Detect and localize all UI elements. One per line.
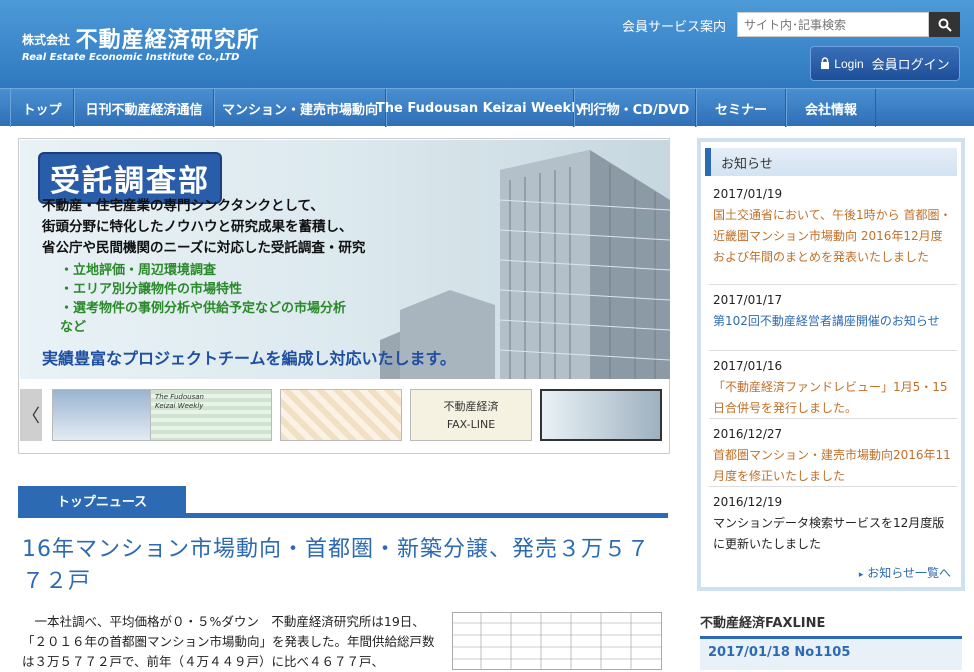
nav-seminar[interactable]: セミナー [696, 89, 786, 127]
notice-link[interactable]: マンションデータ検索サービスを12月度版に更新いたしました [713, 516, 944, 551]
prev-slide-button[interactable]: 〈 [20, 389, 42, 441]
search-button[interactable] [929, 12, 960, 37]
nav-daily-news[interactable]: 日刊不動産経済通信 [74, 89, 214, 127]
notice-link[interactable]: 国土交通省において、午後1時から 首都圏・近畿圏マンション市場動向 2016年1… [713, 208, 952, 264]
notice-divider [709, 350, 957, 351]
notice-divider [709, 418, 957, 419]
banner-bullet: ・選考物件の事例分析や供給予定などの市場分析 [60, 301, 347, 316]
logo-prefix: 株式会社 [22, 33, 71, 47]
hero-slider: 受託調査部 不動産・住宅産業の専門シンクタンクとして、 街頭分野に特化したノウハ… [18, 138, 670, 454]
news-body: 一本社調べ、平均価格が０・５%ダウン 不動産経済研究所は19日、「２０１６年の首… [22, 614, 435, 669]
faxline-latest-link[interactable]: 2017/01/18 No1105 [700, 636, 962, 670]
news-headline-link[interactable]: 16年マンション市場動向・首都圏・新築分譲、発売３万５７７２戸 [22, 534, 667, 598]
top-news-divider [18, 513, 668, 518]
thumb-fax-name: FAX-LINE [446, 418, 496, 431]
notice-item: 2017/01/17 第102回不動産経営者講座開催のお知らせ [713, 290, 953, 331]
main-nav: トップ 日刊不動産経済通信 マンション・建売市場動向 The Fudousan … [0, 88, 974, 127]
thumb-weekly-title: The Fudousan Keizai Weekly [155, 393, 204, 410]
notice-item: 2017/01/19 国土交通省において、午後1時から 首都圏・近畿圏マンション… [713, 184, 953, 267]
logo-name: 不動産経済研究所 [75, 28, 260, 53]
slide-thumbnail-active[interactable] [540, 389, 662, 441]
banner-bullet: ・エリア別分譲物件の市場特性 [60, 282, 243, 297]
banner-line: 街頭分野に特化したノウハウと研究成果を蓄積し、 [42, 219, 353, 235]
notice-panel: お知らせ 2017/01/19 国土交通省において、午後1時から 首都圏・近畿圏… [697, 138, 965, 591]
notice-item: 2016/12/19 マンションデータ検索サービスを12月度版に更新いたしました [713, 492, 953, 554]
site-logo[interactable]: 株式会社 不動産経済研究所 [22, 22, 260, 54]
banner-title: 受託調査部 [40, 154, 220, 202]
nav-weekly[interactable]: The Fudousan Keizai Weekly [376, 89, 584, 127]
notice-more-link[interactable]: ▸ お知らせ一覧へ [859, 564, 951, 581]
nav-publications[interactable]: 刊行物・CD/DVD [574, 89, 696, 127]
building-illustration [380, 150, 670, 379]
notice-divider [709, 284, 957, 285]
triangle-right-icon: ▸ [858, 570, 864, 580]
site-header: 株式会社 不動産経済研究所 Real Estate Economic Insti… [0, 0, 974, 88]
banner-bullets: ・立地評価・周辺環境調査 ・エリア別分譲物件の市場特性 ・選考物件の事例分析や供… [60, 261, 346, 337]
slide-thumbnail[interactable] [280, 389, 402, 441]
notice-item: 2017/01/16 「不動産経済ファンドレビュー」1月5・15日合併号を発行し… [713, 356, 953, 418]
lock-icon [821, 57, 830, 69]
thumb-fax-title: 不動産経済 [443, 400, 499, 413]
notice-link[interactable]: 首都圏マンション・建売市場動向2016年11月度を修正いたしました [713, 448, 951, 483]
member-service-link[interactable]: 会員サービス案内 [622, 16, 726, 35]
banner-bullet: ・立地評価・周辺環境調査 [60, 263, 217, 278]
nav-company[interactable]: 会社情報 [786, 89, 876, 127]
notice-title: お知らせ [705, 148, 957, 176]
notice-date: 2017/01/17 [713, 293, 783, 307]
nav-market-trends[interactable]: マンション・建売市場動向 [214, 89, 386, 127]
nav-top[interactable]: トップ [10, 89, 74, 127]
notice-more-label: お知らせ一覧へ [867, 566, 951, 580]
notice-date: 2016/12/27 [713, 427, 783, 441]
top-news-tab[interactable]: トップニュース [18, 486, 186, 514]
notice-date: 2017/01/19 [713, 187, 783, 201]
logo-english: Real Estate Economic Institute Co.,LTD [22, 52, 240, 63]
notice-link[interactable]: 第102回不動産経営者講座開催のお知らせ [713, 314, 940, 328]
search-icon [938, 18, 952, 32]
login-label-en: Login [834, 56, 864, 71]
login-button[interactable]: Login 会員ログイン [810, 46, 960, 81]
hero-slide[interactable]: 受託調査部 不動産・住宅産業の専門シンクタンクとして、 街頭分野に特化したノウハ… [20, 140, 670, 379]
table-image [453, 613, 661, 669]
thumbnail-strip: 〈 The Fudousan Keizai Weekly 不動産経済 FAX-L… [20, 386, 670, 446]
notice-link[interactable]: 「不動産経済ファンドレビュー」1月5・15日合併号を発行しました。 [713, 380, 948, 415]
news-table-image[interactable] [452, 612, 662, 670]
banner-tagline: 実績豊富なプロジェクトチームを編成し対応いたします。 [42, 349, 456, 368]
slide-thumbnail[interactable]: The Fudousan Keizai Weekly [150, 389, 272, 441]
search-input[interactable] [737, 12, 929, 37]
notice-date: 2016/12/19 [713, 495, 783, 509]
notice-item: 2016/12/27 首都圏マンション・建売市場動向2016年11月度を修正いた… [713, 424, 953, 486]
notice-divider [709, 486, 957, 487]
chevron-left-icon: 〈 [22, 406, 40, 427]
banner-line: 省公庁や民間機関のニーズに対応した受託調査・研究 [42, 240, 366, 256]
login-label-jp: 会員ログイン [871, 57, 950, 72]
notice-date: 2017/01/16 [713, 359, 783, 373]
banner-line: 不動産・住宅産業の専門シンクタンクとして、 [42, 198, 324, 214]
slide-thumbnail[interactable]: 不動産経済 FAX-LINE [410, 389, 532, 441]
banner-description: 不動産・住宅産業の専門シンクタンクとして、 街頭分野に特化したノウハウと研究成果… [42, 196, 365, 259]
banner-bullet: など [60, 320, 87, 335]
faxline-title: 不動産経済FAXLINE [700, 616, 826, 631]
